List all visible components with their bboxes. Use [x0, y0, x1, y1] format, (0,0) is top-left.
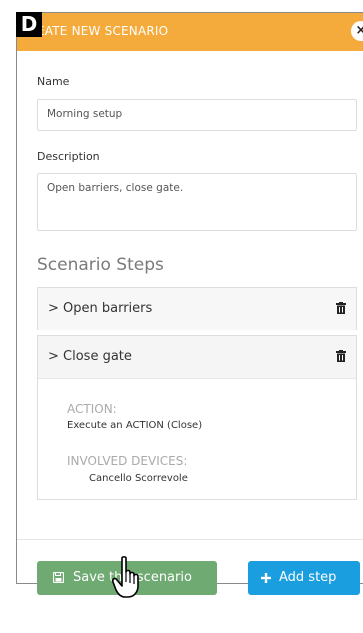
step-header[interactable]: > Close gate [38, 336, 356, 379]
involved-devices-title: INVOLVED DEVICES: [67, 454, 188, 468]
trash-icon[interactable] [336, 302, 346, 314]
step-label: > Close gate [48, 349, 132, 364]
modal-header: EATE NEW SCENARIO × [17, 13, 363, 51]
modal-title: EATE NEW SCENARIO [37, 24, 169, 38]
step-label: > Open barriers [48, 301, 153, 316]
trash-icon[interactable] [336, 350, 346, 362]
footer-divider [17, 539, 363, 540]
step-item-close-gate: > Close gate ACTION: Execute an ACTION (… [37, 335, 357, 500]
floppy-disk-icon [53, 572, 64, 583]
add-step-button[interactable]: Add step [248, 561, 360, 595]
name-label: Name [37, 75, 70, 88]
step-item-open-barriers: > Open barriers [37, 287, 357, 330]
close-icon[interactable]: × [351, 21, 363, 41]
hand-cursor-icon [112, 556, 139, 598]
add-button-label: Add step [279, 570, 337, 585]
involved-device-value: Cancello Scorrevole [89, 473, 188, 484]
description-field[interactable]: Open barriers, close gate. [37, 173, 357, 231]
action-value: Execute an ACTION (Close) [67, 420, 203, 431]
step-badge: D [16, 12, 42, 37]
scenario-steps-title: Scenario Steps [37, 255, 164, 275]
action-title: ACTION: [67, 402, 117, 416]
name-field[interactable]: Morning setup [37, 99, 357, 131]
create-scenario-modal: EATE NEW SCENARIO × Name Morning setup D… [16, 12, 363, 595]
description-label: Description [37, 150, 100, 163]
step-header[interactable]: > Open barriers [38, 288, 356, 330]
plus-icon [261, 573, 271, 583]
